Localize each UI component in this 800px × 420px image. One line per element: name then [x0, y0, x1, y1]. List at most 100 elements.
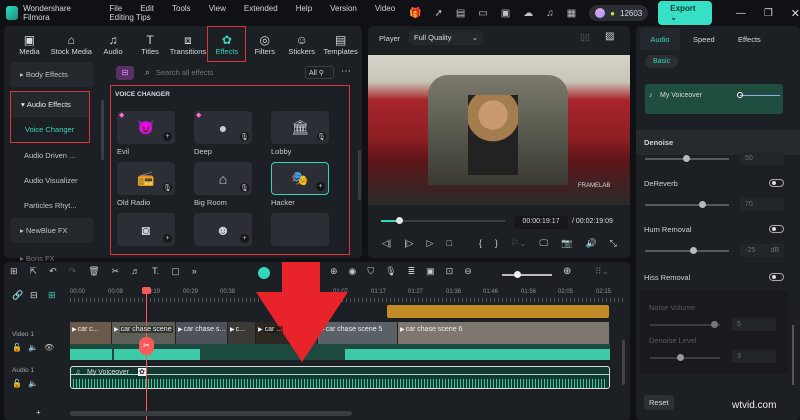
speaker-icon[interactable]: 🔈 — [28, 379, 38, 388]
audio-edit-icon[interactable]: ♬ — [131, 266, 140, 277]
menu-edit[interactable]: Edit — [140, 4, 154, 13]
undo-icon[interactable]: ↶ — [49, 266, 57, 277]
credits-badge[interactable]: ● 12603 — [589, 5, 649, 21]
basic-button[interactable]: Basic — [645, 55, 679, 68]
clip-volume-line[interactable] — [740, 95, 780, 96]
horizontal-scrollbar[interactable] — [70, 411, 352, 416]
save-icon[interactable]: ▣ — [501, 8, 510, 19]
effect-card-big-room[interactable]: ⌂ 🎙 — [194, 162, 252, 195]
tab-effects[interactable]: ✿ Effects — [207, 26, 247, 62]
effect-store-icon[interactable]: ⊟ — [116, 66, 134, 80]
compare-icon[interactable]: ▯▯ — [580, 32, 590, 43]
playhead[interactable] — [146, 290, 147, 420]
menu-tools[interactable]: Tools — [172, 4, 191, 13]
effects-scrollbar[interactable] — [358, 150, 361, 200]
tab-audio[interactable]: Audio — [640, 28, 680, 50]
sidebar-item-audio-effects[interactable]: ▾ Audio Effects — [11, 92, 89, 117]
add-icon[interactable]: + — [163, 234, 172, 243]
mark-in-icon[interactable]: { — [479, 238, 482, 249]
zoom-slider[interactable] — [502, 271, 552, 278]
delete-icon[interactable]: 🗑 — [88, 266, 99, 277]
fullscreen-icon[interactable]: ⤡ — [610, 238, 617, 249]
effect-card-lobby[interactable]: 🏛 🎙 — [271, 111, 329, 144]
eye-icon[interactable]: 👁 — [44, 343, 54, 352]
mic-icon[interactable]: 🎙 — [240, 132, 249, 141]
marker-icon[interactable]: ⚐⌄ — [511, 238, 527, 249]
stop-icon[interactable]: □ — [446, 238, 451, 249]
hum-removal-toggle[interactable] — [769, 225, 784, 233]
dereverb-toggle[interactable] — [769, 179, 784, 187]
video-clip[interactable]: ▶car chase s... — [176, 322, 228, 344]
volume-line[interactable] — [71, 374, 609, 375]
menu-version[interactable]: Version — [330, 4, 357, 13]
search-input[interactable] — [156, 66, 296, 79]
lock-icon[interactable]: 🔓 — [12, 379, 22, 388]
effect-card-robot[interactable]: ◙ + — [117, 213, 175, 246]
headset-icon[interactable]: ♫ — [546, 8, 554, 19]
voiceover-audio-clip[interactable]: ♫ My Voiceover ✿ — [70, 366, 610, 389]
apps-icon[interactable]: ▦ — [567, 8, 576, 19]
reset-button[interactable]: Reset — [644, 395, 674, 410]
play-icon[interactable]: ▷ — [427, 238, 434, 249]
avatar[interactable] — [595, 8, 606, 18]
export-button[interactable]: Export ⌄ — [658, 1, 712, 25]
menu-view[interactable]: View — [209, 4, 226, 13]
effect-card-other[interactable] — [271, 213, 329, 246]
prev-frame-icon[interactable]: ◁| — [382, 238, 391, 249]
layout-icon[interactable]: ▭ — [478, 8, 487, 19]
text-icon[interactable]: T. — [152, 266, 159, 277]
add-icon[interactable]: + — [316, 182, 325, 191]
dereverb-value[interactable]: 70 — [740, 198, 784, 211]
clip-volume-knob[interactable] — [737, 92, 743, 98]
mic-icon[interactable]: 🎙 — [317, 132, 326, 141]
filter-dropdown[interactable]: All ⚲ — [305, 66, 334, 79]
shield-icon[interactable]: ⛉ — [367, 266, 374, 277]
effect-card-old-radio[interactable]: 📻 🎙 — [117, 162, 175, 195]
add-track-button[interactable]: + — [36, 408, 41, 417]
menu-help[interactable]: Help — [296, 4, 312, 13]
close-icon[interactable]: ✕ — [791, 7, 800, 20]
video-clip[interactable]: ▶car chase scene 6 — [398, 322, 610, 344]
tab-media[interactable]: ▣ Media — [12, 33, 47, 56]
playback-progress[interactable] — [381, 217, 505, 224]
sidebar-scrollbar[interactable] — [101, 100, 104, 160]
mic-icon[interactable]: 🎙 — [163, 183, 172, 192]
layout-grid-icon[interactable]: ⊞ — [10, 266, 18, 277]
camera-icon[interactable]: 📷 — [561, 238, 572, 249]
sidebar-item-particles[interactable]: Particles Rhyt... — [4, 193, 100, 218]
audio-mix-icon[interactable]: ≣ — [408, 266, 416, 277]
zoom-in-icon[interactable]: ⊕ — [563, 266, 571, 277]
gift-icon[interactable]: 🎁 — [409, 8, 421, 19]
effect-card-evil[interactable]: 😈 ◆ + — [117, 111, 175, 144]
cloud-icon[interactable]: ☁ — [523, 8, 533, 19]
send-icon[interactable]: ➚ — [434, 8, 442, 19]
display-icon[interactable]: 🖵 — [540, 238, 549, 249]
next-frame-icon[interactable]: |▷ — [404, 238, 413, 249]
crop-icon[interactable]: ▢ — [171, 266, 180, 277]
timeline-settings-icon[interactable]: ⠿⌄ — [595, 266, 609, 277]
playhead-knob[interactable] — [396, 217, 403, 224]
speaker-icon[interactable]: 🔈 — [28, 343, 38, 352]
select-icon[interactable]: ⇱ — [30, 266, 38, 277]
effect-card-deep[interactable]: ● ◆ 🎙 — [194, 111, 252, 144]
tab-speed[interactable]: Speed — [693, 35, 715, 44]
sidebar-item-audio-driven[interactable]: Audio Driven ... — [4, 143, 100, 168]
snap-icon[interactable]: ⊞ — [48, 290, 56, 301]
cut-icon[interactable]: ✂ — [112, 266, 120, 277]
volume-icon[interactable]: 🔊 — [585, 238, 596, 249]
tab-stickers[interactable]: ☺ Stickers — [284, 33, 319, 56]
mic-record-icon[interactable]: 🎙 — [385, 266, 396, 277]
playhead-handle[interactable] — [142, 287, 151, 294]
quality-dropdown[interactable]: Full Quality ⌄ — [409, 30, 483, 45]
dereverb-slider[interactable] — [645, 201, 729, 208]
tab-titles[interactable]: T Titles — [133, 33, 168, 56]
more-tools-icon[interactable]: » — [192, 266, 197, 277]
hum-slider[interactable] — [645, 247, 729, 254]
tab-audio[interactable]: ♫ Audio — [96, 33, 131, 56]
notes-icon[interactable]: ▤ — [456, 8, 465, 19]
sidebar-item-audio-visualizer[interactable]: Audio Visualizer — [4, 168, 100, 193]
noise-volume-value[interactable]: 5 — [732, 318, 776, 331]
snapshot-view-icon[interactable]: ▨ — [605, 31, 614, 42]
redo-icon[interactable]: ↷ — [69, 266, 77, 277]
sidebar-item-newblue[interactable]: ▸ NewBlue FX — [10, 218, 94, 243]
